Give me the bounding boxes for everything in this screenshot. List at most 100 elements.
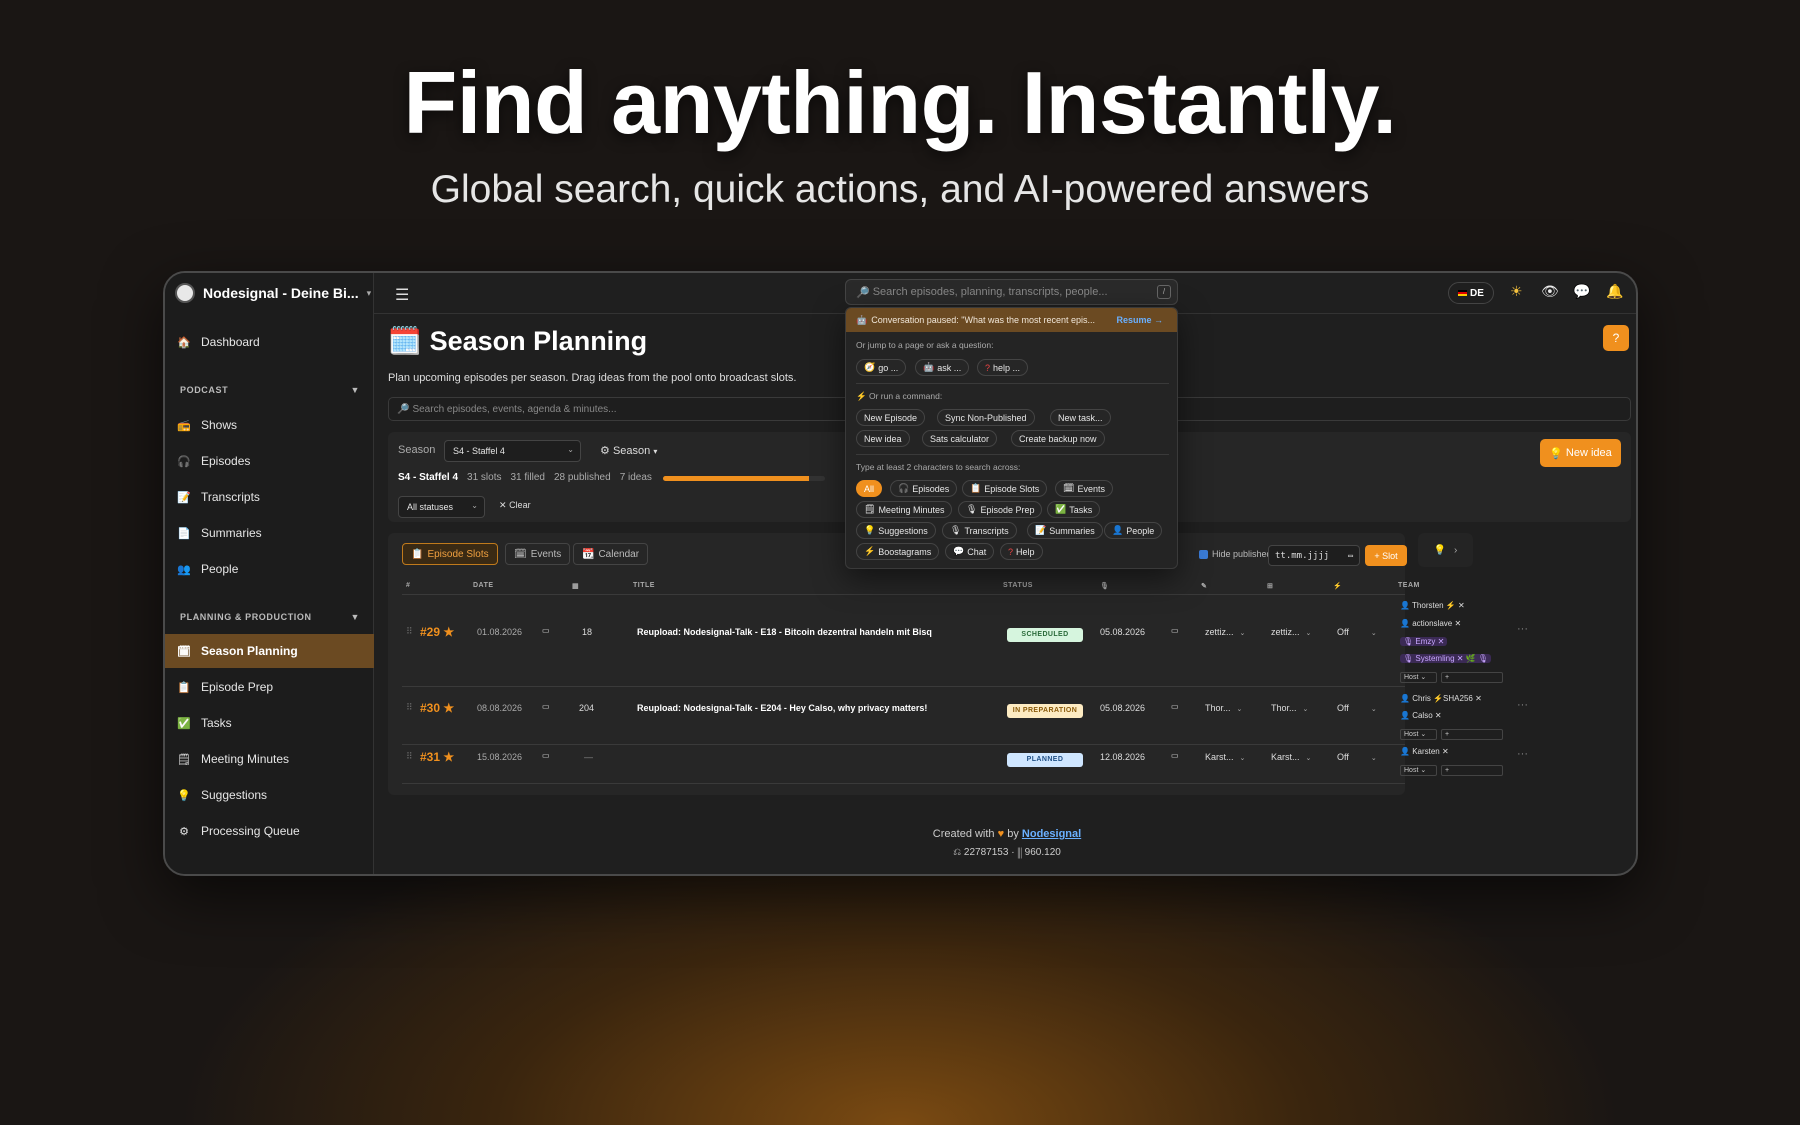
team-member[interactable]: 👤 Karsten ✕ xyxy=(1400,747,1449,756)
team-member[interactable]: 🎙 Emzy ✕ xyxy=(1400,637,1448,646)
sidebar-item-suggestions[interactable]: 💡 Suggestions xyxy=(165,778,374,812)
resume-conversation-bar[interactable]: 🤖 Conversation paused: "What was the mos… xyxy=(846,308,1177,332)
team-member[interactable]: 👤 Calso ✕ xyxy=(1400,711,1442,720)
command-new-task[interactable]: New task... xyxy=(1050,409,1111,426)
calendar-picker-icon[interactable]: ▭ xyxy=(542,751,550,760)
role-select[interactable]: Host ⌄ xyxy=(1400,765,1437,776)
command-new-episode[interactable]: New Episode xyxy=(856,409,926,426)
team-member[interactable]: 🎙 Systemling ✕ 🌿 🎙 xyxy=(1400,654,1492,663)
status-badge[interactable]: IN PREPARATION xyxy=(1007,704,1083,718)
role-select[interactable]: Host ⌄ xyxy=(1400,729,1437,740)
producer-select[interactable]: Karst... ⌄ xyxy=(1271,752,1311,762)
drag-handle-icon[interactable]: ⠿ xyxy=(406,751,413,762)
publish-date[interactable]: 05.08.2026 xyxy=(1100,703,1145,713)
command-create-backup[interactable]: Create backup now xyxy=(1011,430,1105,447)
hamburger-icon[interactable]: ☰ xyxy=(395,285,409,305)
sidebar-item-summaries[interactable]: 📄 Summaries xyxy=(165,516,374,550)
tab-events[interactable]: 🗓 Events xyxy=(505,543,571,565)
sun-icon[interactable]: ☀ xyxy=(1510,283,1523,300)
footer-link[interactable]: Nodesignal xyxy=(1022,828,1081,840)
add-member-select[interactable]: + xyxy=(1441,729,1503,740)
scope-meeting-minutes[interactable]: 🗒 Meeting Minutes xyxy=(856,501,953,518)
add-member-select[interactable]: + xyxy=(1441,672,1503,683)
checkbox-checked[interactable] xyxy=(1199,549,1208,559)
more-icon[interactable]: ··· xyxy=(1517,748,1528,760)
more-icon[interactable]: ··· xyxy=(1517,699,1528,711)
scope-help[interactable]: ? Help xyxy=(1000,543,1043,560)
status-badge[interactable]: PLANNED xyxy=(1007,753,1083,767)
scope-episode-prep[interactable]: 🎙 Episode Prep xyxy=(958,501,1043,518)
sidebar-item-processing-queue[interactable]: ⚙ Processing Queue xyxy=(165,814,374,848)
publish-date[interactable]: 05.08.2026 xyxy=(1100,627,1145,637)
status-badge[interactable]: SCHEDULED xyxy=(1007,628,1083,642)
chat-icon[interactable]: 💬 xyxy=(1573,283,1590,300)
sidebar-item-dashboard[interactable]: 🏠 Dashboard xyxy=(165,325,374,359)
chip-help[interactable]: ? help ... xyxy=(977,359,1029,376)
bell-icon[interactable]: 🔔 xyxy=(1606,283,1623,300)
add-slot-button[interactable]: + Slot xyxy=(1365,545,1407,566)
command-sync-non-published[interactable]: Sync Non-Published xyxy=(937,409,1035,426)
calendar-picker-icon[interactable]: ▭ xyxy=(542,626,550,635)
calendar-picker-icon[interactable]: ▭ xyxy=(1171,702,1179,711)
producer-select[interactable]: zettiz... ⌄ xyxy=(1271,627,1311,637)
chip-go[interactable]: 🧭 go ... xyxy=(856,359,907,376)
boost-select[interactable]: Off ⌄ xyxy=(1337,703,1377,713)
calendar-picker-icon[interactable]: ▭ xyxy=(1171,626,1179,635)
sidebar-item-meeting-minutes[interactable]: 🗒 Meeting Minutes xyxy=(165,742,374,776)
command-sats-calculator[interactable]: Sats calculator xyxy=(922,430,998,447)
slot-title[interactable]: Reupload: Nodesignal-Talk - E204 - Hey C… xyxy=(637,703,927,713)
sidebar-item-shows[interactable]: 📻 Shows xyxy=(165,408,374,442)
slot-title[interactable]: Reupload: Nodesignal-Talk - E18 - Bitcoi… xyxy=(637,627,932,637)
team-member[interactable]: 👤 Thorsten ⚡ ✕ xyxy=(1400,601,1465,610)
clear-filter-button[interactable]: ✕ Clear xyxy=(499,500,531,511)
editor-select[interactable]: Thor... ⌄ xyxy=(1205,703,1242,713)
sidebar-item-episodes[interactable]: 🎧 Episodes xyxy=(165,444,374,478)
more-icon[interactable]: ··· xyxy=(1517,623,1528,635)
sidebar-section-podcast[interactable]: PODCAST ▼ xyxy=(180,385,360,395)
editor-select[interactable]: Karst... ⌄ xyxy=(1205,752,1245,762)
drag-handle-icon[interactable]: ⠿ xyxy=(406,626,413,637)
status-filter-select[interactable]: All statuses ⌄ xyxy=(398,496,485,518)
idea-pool-toggle[interactable]: 💡 › xyxy=(1418,533,1473,567)
scope-suggestions[interactable]: 💡 Suggestions xyxy=(856,522,936,539)
hide-published-checkbox[interactable]: Hide published xyxy=(1199,549,1272,559)
add-member-select[interactable]: + xyxy=(1441,765,1503,776)
season-select[interactable]: S4 - Staffel 4 ⌄ xyxy=(444,440,581,462)
sidebar-item-people[interactable]: 👥 People xyxy=(165,552,374,586)
scope-episode-slots[interactable]: 📋 Episode Slots xyxy=(962,480,1048,497)
slot-date-input[interactable]: tt.mm.jjjj ▭ xyxy=(1268,545,1360,566)
drag-handle-icon[interactable]: ⠿ xyxy=(406,702,413,713)
boost-select[interactable]: Off ⌄ xyxy=(1337,752,1377,762)
calendar-picker-icon[interactable]: ▭ xyxy=(1171,751,1179,760)
calendar-picker-icon[interactable]: ▭ xyxy=(542,702,550,711)
team-member[interactable]: 👤 Chris ⚡SHA256 ✕ xyxy=(1400,694,1482,703)
calendar-picker-icon[interactable]: ▭ xyxy=(1348,551,1353,560)
sidebar-item-episode-prep[interactable]: 📋 Episode Prep xyxy=(165,670,374,704)
eye-icon[interactable]: 👁 xyxy=(1541,283,1559,300)
scope-chat[interactable]: 💬 Chat xyxy=(945,543,995,560)
role-select[interactable]: Host ⌄ xyxy=(1400,672,1437,683)
sidebar-item-transcripts[interactable]: 📝 Transcripts xyxy=(165,480,374,514)
new-idea-button[interactable]: 💡 New idea xyxy=(1540,439,1621,467)
publish-date[interactable]: 12.08.2026 xyxy=(1100,752,1145,762)
help-button[interactable]: ? xyxy=(1603,325,1629,351)
scope-all[interactable]: All xyxy=(856,480,883,497)
season-menu-button[interactable]: ⚙ Season ▾ xyxy=(600,444,657,457)
global-search-input[interactable]: 🔎 Search episodes, planning, transcripts… xyxy=(845,279,1178,305)
scope-events[interactable]: 🗓 Events xyxy=(1055,480,1113,497)
boost-select[interactable]: Off ⌄ xyxy=(1337,627,1377,637)
producer-select[interactable]: Thor... ⌄ xyxy=(1271,703,1308,713)
tab-calendar[interactable]: 📆 Calendar xyxy=(573,543,649,565)
sidebar-section-planning[interactable]: PLANNING & PRODUCTION ▼ xyxy=(180,612,360,622)
resume-button[interactable]: Resume → xyxy=(1116,315,1163,325)
language-switcher[interactable]: DE xyxy=(1448,282,1494,304)
brand-switcher[interactable]: Nodesignal - Deine Bi... ▾ xyxy=(175,281,371,305)
scope-summaries[interactable]: 📝 Summaries xyxy=(1027,522,1103,539)
scope-boostagrams[interactable]: ⚡ Boostagrams xyxy=(856,543,940,560)
team-member[interactable]: 👤 actionslave ✕ xyxy=(1400,619,1461,628)
chip-ask[interactable]: 🤖 ask ... xyxy=(915,359,970,376)
sidebar-item-season-planning[interactable]: 🗓 Season Planning xyxy=(165,634,374,668)
scope-people[interactable]: 👤 People xyxy=(1104,522,1163,539)
scope-episodes[interactable]: 🎧 Episodes xyxy=(890,480,958,497)
command-new-idea[interactable]: New idea xyxy=(856,430,910,447)
